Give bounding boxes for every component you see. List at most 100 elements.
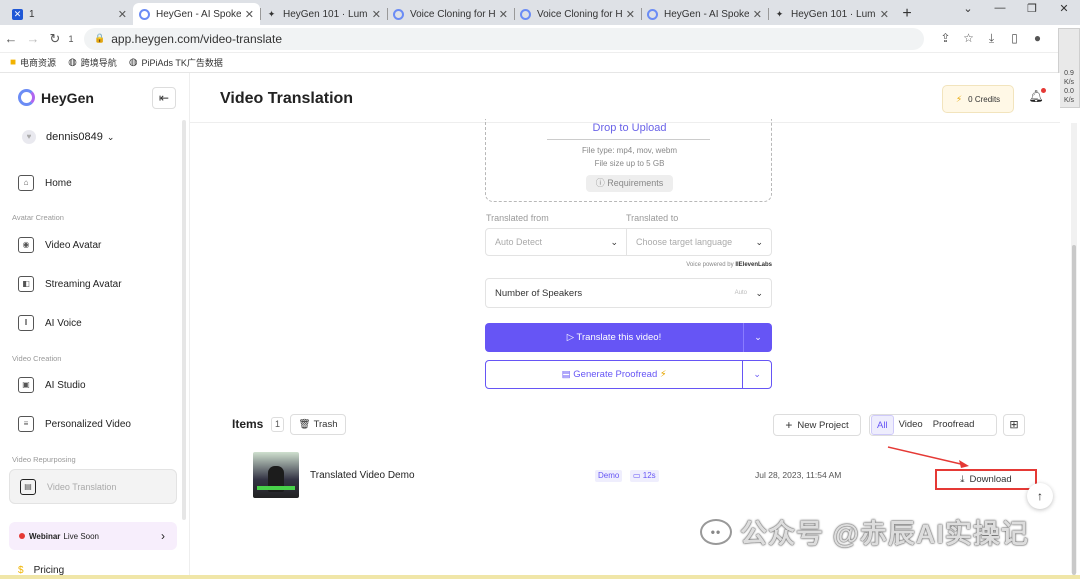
credits-badge[interactable]: ⚡ 0 Credits [942,85,1014,113]
close-tab-icon[interactable]: ✕ [118,8,127,21]
thumbnail-caption-bar [257,486,295,490]
lightning-icon: ⚡ [657,369,667,380]
globe-icon: ◍ [68,57,77,68]
scroll-to-top-button[interactable]: ↑ [1027,483,1053,509]
browser-tab[interactable]: Voice Cloning for H ✕ [387,3,514,25]
close-window-icon[interactable]: ✕ [1048,2,1080,15]
heygen-logo-icon [18,89,35,106]
profile-icon[interactable]: ● [1026,31,1049,46]
sidebar-item-personalized-video[interactable]: ≡ Personalized Video [18,414,131,434]
drop-to-upload-link[interactable]: Drop to Upload [486,122,773,134]
sidebar: HeyGen ⇤ ♥ dennis0849 ⌄ ⌂ Home Avatar Creat… [0,73,190,579]
luma-icon: ✦ [775,8,784,19]
demo-tag: Demo [595,470,623,482]
close-tab-icon[interactable]: ✕ [880,8,889,21]
duration-tag: ▭ 12s [630,470,659,482]
items-count-badge: 1 [271,417,284,432]
network-speed-widget: 0.9 K/s 0.0 K/s [1058,28,1080,108]
reload-icon[interactable]: ↻ [44,31,66,47]
webinar-banner[interactable]: Webinar Live Soon › [9,522,177,550]
heygen-logo[interactable]: HeyGen [18,89,94,106]
reload-badge: 1 [68,33,74,44]
minimize-icon[interactable]: — [984,2,1016,15]
heygen-logo-icon [139,8,150,20]
window-controls: ⌄ — ❐ ✕ [952,2,1080,15]
chevron-down-icon: ⌄ [610,236,618,247]
number-of-speakers-select[interactable]: Number of Speakers Auto ⌄ [485,278,772,308]
filter-all[interactable]: All [871,415,894,435]
live-dot [19,533,25,539]
close-tab-icon[interactable]: ✕ [372,8,381,21]
sidebar-scrollbar[interactable] [182,120,186,520]
close-tab-icon[interactable]: ✕ [499,8,508,21]
address-bar: ← → ↻ 1 🔒 app.heygen.com/video-translate… [0,25,1080,53]
collapse-sidebar-button[interactable]: ⇤ [152,87,176,109]
streaming-icon: ◧ [18,276,34,292]
browser-tab[interactable]: ✦ HeyGen 101 · Luma ✕ [260,3,387,25]
browser-tab[interactable]: ✕ 1 ✕ [6,3,133,25]
restore-icon[interactable]: ❐ [1016,2,1048,15]
trash-button[interactable]: 🗑︎ Trash [290,414,346,435]
close-tab-icon[interactable]: ✕ [626,8,635,21]
lock-icon[interactable]: 🔒 [94,33,105,44]
bottom-strip [0,575,1080,579]
filter-tabs: All Video Proofread [869,414,997,436]
translate-video-button[interactable]: ▷ Translate this video! ⌄ [485,323,772,352]
sidebar-item-video-translation[interactable]: ▤ Video Translation [9,469,177,504]
wechat-icon: •• [700,518,732,545]
close-tab-icon[interactable]: ✕ [245,8,254,21]
proofread-options-dropdown[interactable]: ⌄ [742,361,771,388]
browser-tab-active[interactable]: HeyGen - AI Spoke ✕ [133,3,260,25]
new-project-button[interactable]: + New Project [773,414,861,436]
sidepanel-icon[interactable]: ▯ [1003,31,1026,46]
new-tab-button[interactable]: + [895,3,919,25]
chevron-down-icon: ⌄ [755,236,763,247]
upload-dropzone[interactable]: Drop to Upload File type: mp4, mov, webm… [485,119,772,202]
bookmark[interactable]: ■ 电商资源 [10,56,56,69]
created-date: Jul 28, 2023, 11:54 AM [755,470,842,480]
video-title[interactable]: Translated Video Demo [310,470,415,481]
folder-icon: ■ [10,57,17,68]
requirements-button[interactable]: ⓘ Requirements [586,175,673,192]
back-icon[interactable]: ← [0,31,22,46]
sidebar-item-video-avatar[interactable]: ◉ Video Avatar [18,235,101,255]
source-language-select[interactable]: Auto Detect ⌄ [485,228,627,256]
chevron-down-icon: ⌄ [106,131,115,142]
bookmark[interactable]: ◍ PiPiAds TK广告数据 [129,56,223,69]
filter-proofread[interactable]: Proofread [928,415,980,435]
generate-proofread-button[interactable]: ▤ Generate Proofread ⚡ ⌄ [485,360,772,389]
main-scrollbar[interactable] [1071,123,1077,575]
notification-dot [1041,88,1046,93]
star-icon[interactable]: ☆ [957,31,980,46]
close-tab-icon[interactable]: ✕ [753,8,762,21]
info-icon: ⓘ [595,178,608,188]
video-thumbnail[interactable] [253,452,299,498]
browser-tab[interactable]: HeyGen - AI Spoke ✕ [641,3,768,25]
url-field[interactable]: 🔒 app.heygen.com/video-translate [84,27,924,50]
translated-to-label: Translated to [626,213,679,223]
arrow-up-icon: ↑ [1037,489,1043,503]
download-button[interactable]: ⤓ Download [935,469,1037,490]
sidebar-item-ai-studio[interactable]: ▣ AI Studio [18,375,86,395]
download-icon: ⤓ [960,474,965,485]
luma-icon: ✦ [267,8,276,19]
translate-options-dropdown[interactable]: ⌄ [743,323,772,352]
download-icon[interactable]: ⤓ [980,31,1003,46]
sidebar-item-ai-voice[interactable]: ‖ AI Voice [18,313,82,333]
share-icon[interactable]: ⇪ [934,31,957,46]
bookmark[interactable]: ◍ 跨境导航 [68,56,117,69]
browser-tab[interactable]: ✦ HeyGen 101 · Luma ✕ [768,3,895,25]
browser-tab[interactable]: Voice Cloning for H ✕ [514,3,641,25]
sidebar-item-streaming-avatar[interactable]: ◧ Streaming Avatar [18,274,122,294]
tab-search-icon[interactable]: ⌄ [952,2,984,15]
user-menu[interactable]: ♥ dennis0849 ⌄ [22,130,114,144]
forward-icon[interactable]: → [22,31,44,46]
grid-icon: ⊞ [1009,419,1019,431]
grid-view-button[interactable]: ⊞ [1003,414,1025,436]
heygen-logo-icon [393,8,404,20]
sidebar-item-home[interactable]: ⌂ Home [18,173,72,193]
file-type-text: File type: mp4, mov, webm [582,146,677,155]
filter-video[interactable]: Video [894,415,928,435]
target-language-select[interactable]: Choose target language ⌄ [626,228,772,256]
notification-button[interactable]: 🔔︎ [1026,88,1046,109]
